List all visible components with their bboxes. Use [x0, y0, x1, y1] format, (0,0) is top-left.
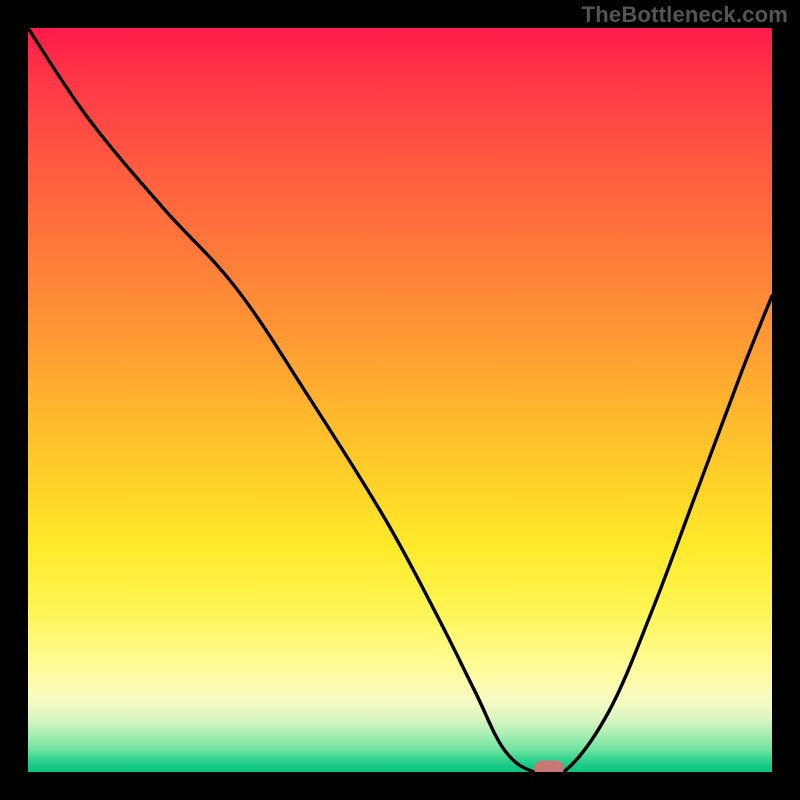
optimal-marker — [534, 761, 564, 773]
bottleneck-curve — [28, 28, 772, 772]
plot-area — [28, 28, 772, 772]
attribution-label: TheBottleneck.com — [582, 2, 788, 28]
curve-path — [28, 28, 772, 772]
chart-frame: TheBottleneck.com — [0, 0, 800, 800]
